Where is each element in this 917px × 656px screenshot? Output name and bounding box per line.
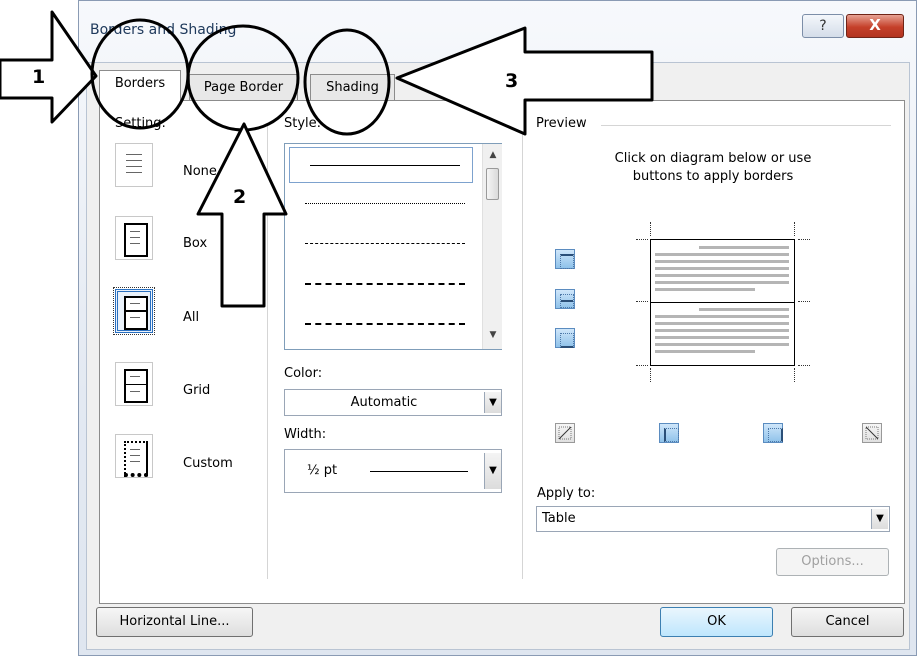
tab-page-border[interactable]: Page Border — [189, 74, 298, 100]
setting-label: Setting: — [115, 116, 169, 131]
width-label: Width: — [284, 427, 330, 442]
tab-borders[interactable]: Borders — [99, 70, 181, 101]
width-dropdown-arrow-icon[interactable]: ▼ — [484, 453, 501, 489]
color-value: Automatic — [350, 395, 418, 410]
setting-grid-label[interactable]: Grid — [183, 383, 210, 398]
preview-table — [650, 239, 795, 366]
setting-custom-icon[interactable] — [115, 434, 153, 478]
tab-borders-label: Borders — [114, 76, 166, 91]
setting-all-label[interactable]: All — [183, 310, 199, 325]
setting-box-label[interactable]: Box — [183, 236, 207, 251]
setting-box-icon[interactable] — [115, 216, 153, 260]
apply-to-label: Apply to: — [537, 486, 599, 501]
preview-instruction: Click on diagram below or use buttons to… — [614, 151, 812, 184]
preview-rule — [601, 125, 891, 126]
style-scrollbar[interactable]: ▲ ▼ — [482, 144, 502, 349]
tab-shading-label: Shading — [326, 80, 379, 95]
bottom-border-icon — [560, 333, 574, 348]
diagonal-down-border-button[interactable] — [555, 423, 575, 443]
annotation-number-3: 3 — [505, 70, 519, 92]
left-border-icon — [664, 428, 679, 442]
scroll-up-icon[interactable]: ▲ — [483, 150, 503, 160]
scroll-thumb[interactable] — [486, 168, 499, 200]
tab-page-border-label: Page Border — [203, 80, 284, 95]
width-dropdown[interactable]: ½ pt ▼ — [284, 449, 502, 493]
cancel-button[interactable]: Cancel — [791, 607, 904, 637]
width-line-sample — [370, 471, 468, 472]
apply-to-value: Table — [542, 511, 576, 526]
diagonal-up-icon — [558, 426, 572, 440]
bottom-border-button[interactable] — [555, 328, 575, 348]
help-button[interactable]: ? — [802, 14, 844, 38]
setting-all-icon[interactable] — [113, 287, 155, 335]
setting-none-label[interactable]: None — [183, 164, 217, 179]
annotation-number-2: 2 — [233, 186, 247, 208]
diagonal-down-icon — [865, 426, 879, 440]
line-style-dash-dot[interactable] — [305, 323, 465, 325]
setting-none-icon[interactable] — [115, 143, 153, 187]
line-style-dashed-long[interactable] — [305, 283, 465, 285]
line-style-dashed-short[interactable] — [305, 243, 465, 244]
top-border-icon — [560, 254, 574, 269]
inside-horizontal-border-icon — [560, 294, 574, 308]
left-border-button[interactable] — [659, 423, 679, 443]
right-border-icon — [768, 428, 783, 442]
apply-to-dropdown-arrow-icon[interactable]: ▼ — [871, 509, 888, 529]
tab-shading[interactable]: Shading — [310, 74, 395, 100]
window-title: Borders and Shading — [90, 22, 237, 38]
right-border-button[interactable] — [763, 423, 783, 443]
width-value: ½ pt — [307, 463, 338, 478]
scroll-down-icon[interactable]: ▼ — [483, 330, 503, 340]
separator-setting — [267, 124, 268, 579]
line-style-dotted[interactable] — [305, 203, 465, 204]
separator-style — [522, 124, 523, 579]
preview-label: Preview — [536, 116, 590, 131]
color-dropdown-arrow-icon[interactable]: ▼ — [484, 392, 501, 413]
style-selected-highlight — [289, 147, 473, 183]
diagonal-up-border-button[interactable] — [862, 423, 882, 443]
annotation-number-1: 1 — [32, 66, 46, 88]
options-button[interactable]: Options... — [776, 548, 889, 576]
apply-to-dropdown[interactable]: Table ▼ — [536, 506, 890, 532]
top-border-button[interactable] — [555, 249, 575, 269]
close-button[interactable]: X — [846, 14, 904, 38]
setting-custom-label[interactable]: Custom — [183, 456, 233, 471]
ok-button[interactable]: OK — [660, 607, 773, 637]
horizontal-line-button[interactable]: Horizontal Line... — [96, 607, 253, 637]
setting-grid-icon[interactable] — [115, 362, 153, 406]
style-label: Style: — [284, 116, 325, 131]
inside-horizontal-border-button[interactable] — [555, 289, 575, 309]
color-label: Color: — [284, 366, 326, 381]
preview-diagram[interactable] — [636, 222, 810, 382]
color-dropdown[interactable]: Automatic ▼ — [284, 389, 502, 416]
